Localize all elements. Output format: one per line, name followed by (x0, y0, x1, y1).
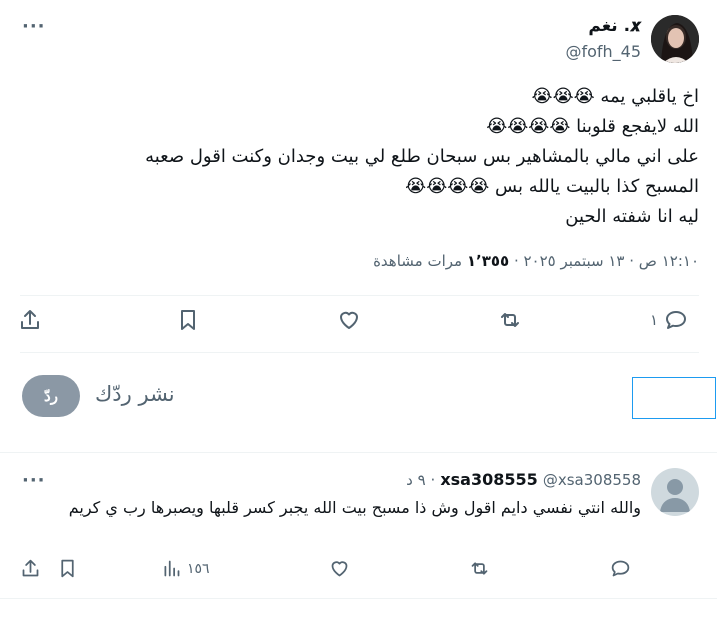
analytics-icon (164, 560, 180, 577)
like-button[interactable] (337, 308, 361, 332)
author-name[interactable]: 𝒙. نغم (588, 16, 641, 36)
reply-author-avatar[interactable] (651, 468, 699, 516)
avatar-photo-icon (651, 15, 699, 63)
bookmark-button[interactable] (57, 558, 78, 579)
reply-icon (666, 311, 687, 329)
tweet-text-line: الله لايفجع قلوبنا 😭😭😭😭 (486, 116, 699, 137)
retweet-icon (471, 562, 488, 575)
bookmark-button[interactable] (176, 308, 200, 332)
reply-button[interactable]: ردّ (22, 375, 80, 417)
divider (20, 295, 699, 296)
divider (0, 598, 717, 599)
more-options-icon[interactable]: ··· (22, 18, 46, 36)
tweet-text: اخ ياقلبي يمه 😭😭😭 الله لايفجع قلوبنا 😭😭😭… (19, 82, 699, 232)
share-button[interactable] (20, 558, 41, 579)
reply-views-count: ١٥٦ (187, 560, 210, 577)
tweet-meta: ١٢:١٠ ص · ١٣ سبتمبر ٢٠٢٥ · ١٬٣٥٥ مرات مش… (373, 252, 699, 270)
reply-age[interactable]: · ٩ د (406, 471, 435, 489)
reply-text: والله انتي نفسي دايم اقول وش ذا مسبح بيت… (68, 498, 641, 517)
tweet-text-line: على اني مالي بالمشاهير بس سبحان طلع لي ب… (145, 146, 699, 167)
heart-icon (331, 561, 348, 577)
reply-author-handle[interactable]: @xsa308558 (543, 471, 641, 489)
heart-icon (340, 311, 358, 329)
reply-author-name[interactable]: xsa308555 (440, 470, 537, 489)
reply-action-button[interactable] (610, 558, 631, 579)
composer-avatar-placeholder (632, 377, 716, 419)
tweet-text-line: المسبح كذا بالبيت يالله بس 😭😭😭😭 (405, 176, 699, 197)
tweet-text-line: ليه انا شفته الحين (565, 206, 699, 227)
share-button[interactable] (18, 308, 42, 332)
share-icon (21, 310, 39, 329)
reply-action-bar: ١٥٦ (18, 558, 658, 584)
divider (0, 452, 717, 453)
views-button[interactable]: ١٥٦ (161, 558, 210, 579)
tweet-timestamp[interactable]: ١٢:١٠ ص · ١٣ سبتمبر ٢٠٢٥ · (514, 252, 699, 270)
like-button[interactable] (329, 558, 350, 579)
default-avatar-icon (660, 479, 690, 512)
bookmark-icon (181, 310, 195, 330)
reply-input[interactable]: نشر ردّك (95, 382, 175, 406)
reply-icon (611, 560, 630, 577)
views-count: ١٬٣٥٥ (466, 252, 510, 270)
retweet-button[interactable] (498, 308, 522, 332)
share-icon (22, 559, 39, 577)
tweet-text-line: اخ ياقلبي يمه 😭😭😭 (531, 86, 699, 107)
more-options-icon[interactable]: ··· (22, 472, 46, 490)
reply-count: ١ (650, 311, 659, 329)
tweet-action-bar: ١ (18, 308, 698, 338)
author-avatar[interactable] (651, 15, 699, 63)
reply-action-button[interactable]: ١ (650, 308, 688, 332)
reply-header: xsa308555 @xsa308558 · ٩ د (406, 470, 641, 489)
retweet-button[interactable] (469, 558, 490, 579)
retweet-icon (501, 313, 519, 327)
author-handle[interactable]: @fofh_45 (565, 42, 641, 61)
divider (20, 352, 699, 353)
views-label: مرات مشاهدة (373, 252, 463, 270)
bookmark-icon (61, 559, 74, 578)
